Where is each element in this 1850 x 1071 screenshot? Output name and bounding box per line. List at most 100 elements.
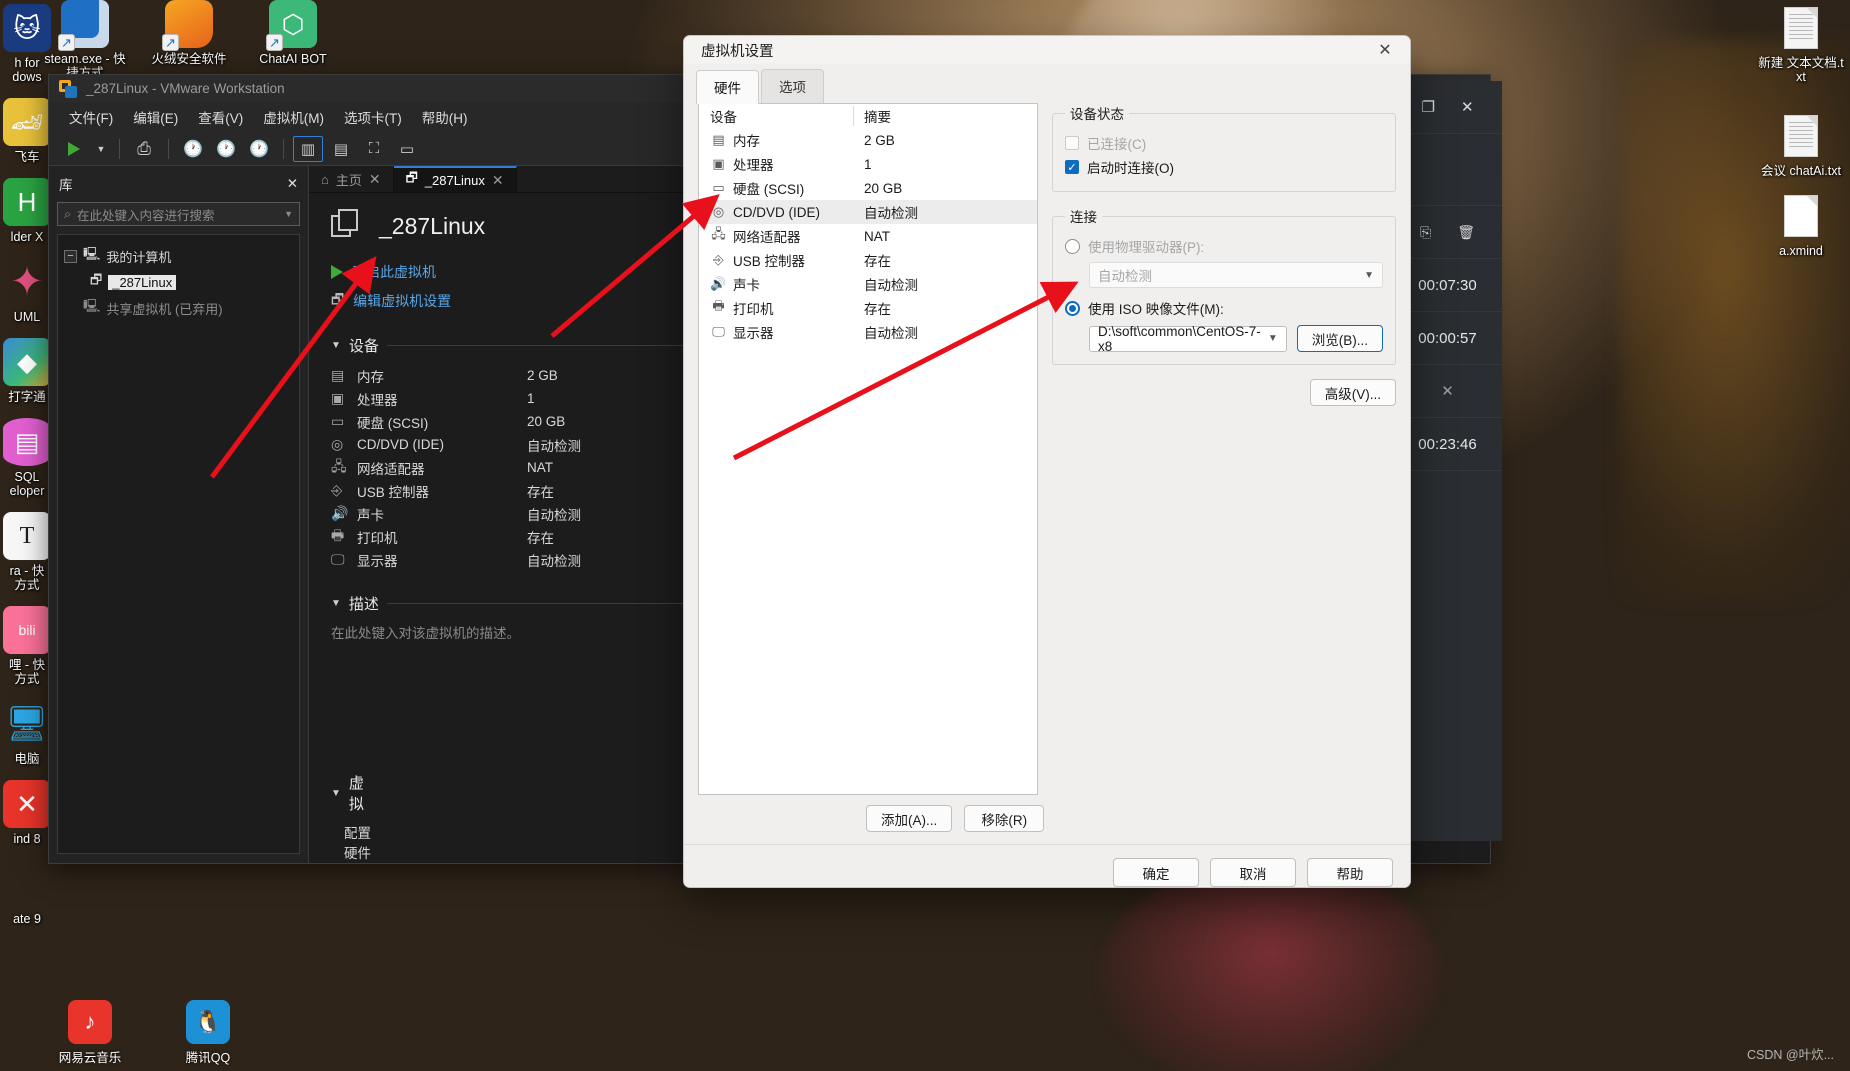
power-on-button[interactable] [59,136,89,162]
remove-device-button[interactable]: 移除(R) [964,805,1045,832]
desktop-icon-label: ate 9 [13,912,41,926]
table-row[interactable]: ▭ 硬盘 (SCSI) 20 GB [699,176,1037,200]
add-device-button[interactable]: 添加(A)... [866,805,953,832]
advanced-button[interactable]: 高级(V)... [1309,379,1396,406]
radio-physical-drive-row[interactable]: 使用物理驱动器(P): [1065,234,1383,258]
tab-options[interactable]: 选项 [761,69,824,103]
snapshot-revert-icon: 🕐 [216,140,236,158]
dialog-titlebar: 虚拟机设置 ✕ [684,36,1410,64]
caret-down-icon: ▼ [331,340,341,351]
tab-hardware[interactable]: 硬件 [696,70,759,104]
panel-left-icon: ▥ [300,140,316,158]
device-summary: 自动检测 [864,206,918,221]
desktop-icon-huorong[interactable]: ↗ 火绒安全软件 [146,0,232,80]
checkbox-connect-at-power-on-row[interactable]: ✓ 启动时连接(O) [1065,155,1383,179]
revert-snapshot-button[interactable]: 🕐 [211,136,241,162]
copy-icon[interactable]: ⎘ [1420,224,1431,241]
table-row[interactable]: 🔊 声卡 自动检测 [699,272,1037,296]
iso-path-value: D:\soft\common\CentOS-7-x8 [1098,323,1261,354]
tab-home[interactable]: ⌂ 主页 ✕ [309,166,394,192]
menu-view[interactable]: 查看(V) [188,104,253,130]
table-row[interactable]: 🖧 网络适配器 NAT [699,224,1037,248]
close-icon[interactable]: ✕ [369,171,381,188]
menu-file[interactable]: 文件(F) [59,104,123,130]
close-icon[interactable]: ✕ [1461,98,1474,116]
radio-iso-image[interactable] [1065,300,1080,316]
tree-item-my-computer[interactable]: − 🖳 我的计算机 [64,243,293,269]
desktop-icon-chatai-bot[interactable]: ⬡ ↗ ChatAI BOT [250,0,336,80]
iso-path-row: D:\soft\common\CentOS-7-x8 ▼ 浏览(B)... [1089,323,1383,354]
checkbox-connect-at-power-on[interactable]: ✓ [1065,160,1079,174]
device-summary: 存在 [864,302,891,317]
tab-287linux[interactable]: 🗗 _287Linux ✕ [393,166,517,192]
search-input[interactable]: 在此处键入内容进行搜索 [77,205,278,224]
ok-button[interactable]: 确定 [1113,858,1199,887]
cpu-icon: ▣ [712,156,725,171]
desktop-icon-meeting-chatai[interactable]: 会议 chatAi.txt [1758,112,1844,178]
chevron-down-icon[interactable]: ▼ [284,209,293,219]
close-icon[interactable]: ✕ [287,176,298,192]
close-icon[interactable]: ✕ [492,172,504,189]
vmware-logo-icon [59,79,77,98]
checkbox-connected-row[interactable]: 已连接(C) [1065,131,1383,155]
desktop-icon-new-text-document[interactable]: 新建 文本文档.txt [1758,4,1844,84]
show-library-button[interactable]: ▥ [293,135,323,162]
menu-tabs[interactable]: 选项卡(T) [334,104,412,130]
table-row[interactable]: 🖵 显示器 自动检测 [699,320,1037,344]
menu-help[interactable]: 帮助(H) [412,104,478,130]
close-icon[interactable]: ✕ [1441,382,1454,400]
show-thumbnails-button[interactable]: ▤ [326,136,356,162]
desktop-icon-netease-music[interactable]: ♪ 网易云音乐 [55,1000,125,1066]
physical-drive-select[interactable]: 自动检测 ▼ [1089,262,1383,288]
tree-item-287linux[interactable]: 🗗 _287Linux [64,269,293,295]
harddisk-icon: ▭ [331,413,345,429]
close-icon[interactable]: ✕ [1368,36,1402,64]
hardware-device-table[interactable]: 设备 摘要 ▤ 内存 2 GB ▣ 处理器 1 ▭ 硬盘 (SCSI) 20 GB ◎… [698,103,1038,795]
menu-edit[interactable]: 编辑(E) [123,104,188,130]
restore-window-icon[interactable]: ❐ [1421,98,1434,116]
device-name: 打印机 [357,530,398,546]
fullscreen-button[interactable]: ⛶ [359,136,389,162]
desktop-icon-tencent-qq[interactable]: 🐧 腾讯QQ [173,1000,243,1066]
menu-vm[interactable]: 虚拟机(M) [253,104,334,130]
power-dropdown-button[interactable]: ▼ [92,136,110,162]
trash-icon[interactable]: 🗑 [1457,224,1475,241]
help-button[interactable]: 帮助 [1307,858,1393,887]
cancel-button[interactable]: 取消 [1210,858,1296,887]
network-icon: 🖧 [711,226,726,241]
desktop-icon-a-xmind[interactable]: a.xmind [1758,192,1844,258]
desktop-icon-label: ChatAI BOT [259,52,327,66]
device-summary: 2 GB [864,132,895,148]
table-row[interactable]: ▤ 内存 2 GB [699,128,1037,152]
library-header: 库 ✕ [57,172,300,202]
memory-icon: ▤ [712,132,725,147]
library-search-box[interactable]: ⌕ 在此处键入内容进行搜索 ▼ [57,202,300,226]
desktop-icon-ultimate9[interactable]: ate 9 [0,860,70,926]
xmind-icon: ✕ [3,780,51,828]
tree-item-shared-vms[interactable]: 🖳 共享虚拟机 (已弃用) [64,295,293,321]
device-status-legend: 设备状态 [1070,107,1124,122]
radio-iso-image-row[interactable]: 使用 ISO 映像文件(M): [1065,296,1383,320]
action-label: 编辑虚拟机设置 [353,293,452,309]
desktop-right-icon-column: 新建 文本文档.txt 会议 chatAi.txt a.xmind [1758,0,1844,272]
table-row[interactable]: ▣ 处理器 1 [699,152,1037,176]
game-racer-icon: 🏎 [3,98,51,146]
browse-button[interactable]: 浏览(B)... [1296,325,1383,352]
vmware-window-title: _287Linux - VMware Workstation [86,81,285,96]
unity-button[interactable]: ▭ [392,136,422,162]
device-value: 2 GB [527,368,558,383]
table-row-selected-cddvd[interactable]: ◎ CD/DVD (IDE) 自动检测 [699,200,1037,224]
table-row[interactable]: 🖶 打印机 存在 [699,296,1037,320]
vm-details-section-header[interactable]: ▼ 虚拟 [331,772,371,814]
iso-path-select[interactable]: D:\soft\common\CentOS-7-x8 ▼ [1089,323,1287,354]
table-row[interactable]: ⎆ USB 控制器 存在 [699,248,1037,272]
snapshot-manager-button[interactable]: 🕐 [244,136,274,162]
send-ctrl-alt-del-button[interactable]: ⎙ [129,136,159,162]
desktop-icon-label: 新建 文本文档.txt [1758,56,1844,84]
tree-expander-icon[interactable]: − [64,249,77,263]
radio-physical-drive[interactable] [1065,238,1080,254]
caret-down-icon: ▼ [331,787,341,799]
desktop-icon-cat-app[interactable]: 🐱 h for dows [0,4,70,84]
checkbox-connected[interactable] [1065,136,1079,150]
take-snapshot-button[interactable]: 🕐 [178,136,208,162]
